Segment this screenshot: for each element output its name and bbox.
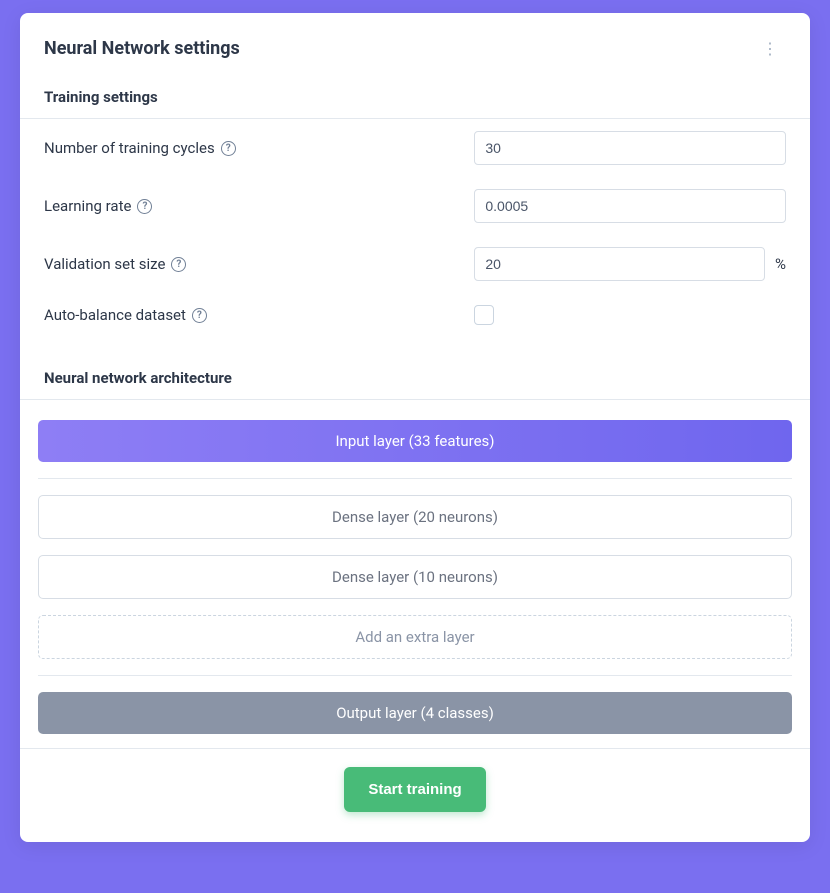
output-layer[interactable]: Output layer (4 classes) [38, 692, 792, 734]
row-validation-size: Validation set size ? % [20, 235, 810, 293]
help-icon[interactable]: ? [221, 141, 236, 156]
start-training-button[interactable]: Start training [344, 767, 485, 812]
training-section-title: Training settings [20, 70, 810, 118]
dense-layer-2[interactable]: Dense layer (10 neurons) [38, 555, 792, 599]
card-header: Neural Network settings ⋮ [20, 13, 810, 70]
learning-rate-label-text: Learning rate [44, 197, 131, 215]
row-learning-rate: Learning rate ? [20, 177, 810, 235]
validation-size-suffix: % [775, 255, 786, 273]
auto-balance-label-text: Auto-balance dataset [44, 306, 186, 324]
learning-rate-input[interactable] [474, 189, 786, 223]
arch-section-title: Neural network architecture [20, 351, 810, 399]
card-title: Neural Network settings [44, 38, 240, 59]
label-auto-balance: Auto-balance dataset ? [44, 306, 474, 324]
help-icon[interactable]: ? [192, 308, 207, 323]
layer-divider [38, 675, 792, 676]
card-footer: Start training [20, 749, 810, 842]
validation-size-label-text: Validation set size [44, 255, 165, 273]
label-training-cycles: Number of training cycles ? [44, 139, 474, 157]
label-validation-size: Validation set size ? [44, 255, 474, 273]
add-layer-button[interactable]: Add an extra layer [38, 615, 792, 659]
row-auto-balance: Auto-balance dataset ? [20, 293, 810, 337]
validation-size-input[interactable] [474, 247, 765, 281]
label-learning-rate: Learning rate ? [44, 197, 474, 215]
training-cycles-label-text: Number of training cycles [44, 139, 215, 157]
layer-divider [38, 478, 792, 479]
architecture-container: Input layer (33 features) Dense layer (2… [20, 400, 810, 748]
row-training-cycles: Number of training cycles ? [20, 119, 810, 177]
settings-card: Neural Network settings ⋮ Training setti… [20, 13, 810, 842]
help-icon[interactable]: ? [171, 257, 186, 272]
input-layer[interactable]: Input layer (33 features) [38, 420, 792, 462]
auto-balance-checkbox[interactable] [474, 305, 494, 325]
kebab-menu-icon[interactable]: ⋮ [754, 35, 786, 62]
help-icon[interactable]: ? [137, 199, 152, 214]
dense-layer-1[interactable]: Dense layer (20 neurons) [38, 495, 792, 539]
training-cycles-input[interactable] [474, 131, 786, 165]
